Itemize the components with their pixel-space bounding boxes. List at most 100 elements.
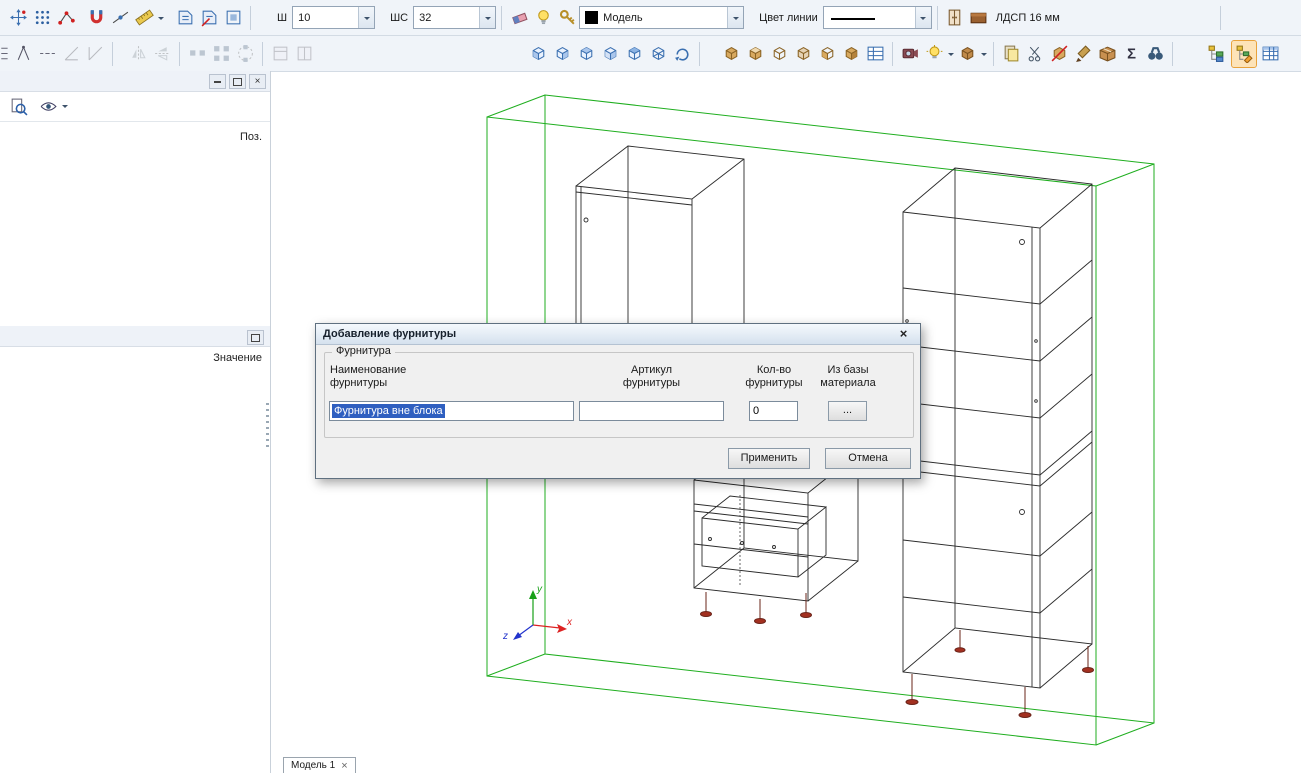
line-color-label: Цвет линии	[759, 12, 818, 24]
group-title: Фурнитура	[332, 345, 395, 357]
layer-combo[interactable]: Модель	[579, 6, 744, 29]
binoculars-icon[interactable]	[1143, 41, 1167, 67]
render-camera-icon[interactable]	[898, 41, 922, 67]
panel-resize-grip[interactable]	[266, 403, 269, 447]
sheet-a-icon[interactable]	[268, 41, 292, 67]
clipped-tool-icon[interactable]	[0, 41, 11, 67]
toolbar-secondary: Σ	[0, 36, 1301, 72]
article-input[interactable]	[579, 401, 724, 421]
add-furniture-dialog: Добавление фурнитуры × Фурнитура Наимено…	[315, 323, 921, 479]
line-color-swatch	[831, 18, 875, 20]
scissors-icon[interactable]	[1023, 41, 1047, 67]
rotate-view-icon[interactable]	[670, 41, 694, 67]
coordinate-axes	[513, 590, 567, 640]
view-cube-top-icon[interactable]	[622, 41, 646, 67]
zoom-document-icon[interactable]	[6, 93, 30, 119]
cut-body-icon[interactable]	[1047, 41, 1071, 67]
array-grid-icon[interactable]	[209, 41, 233, 67]
document-tab-model1[interactable]: Модель 1 ×	[283, 757, 356, 773]
panel-minimize-icon[interactable]	[209, 74, 226, 89]
chevron-down-icon[interactable]	[727, 7, 743, 28]
apply-button[interactable]: Применить	[728, 448, 810, 469]
eraser-icon[interactable]	[507, 5, 531, 31]
panel-maximize-icon[interactable]	[229, 74, 246, 89]
package-icon[interactable]	[1095, 41, 1119, 67]
eye-chevron-down-icon[interactable]	[60, 93, 69, 119]
cabinet-icon[interactable]	[943, 5, 967, 31]
panel-header-bottom	[0, 326, 270, 347]
db-label: Из базы материала	[812, 364, 884, 390]
angle-a-icon[interactable]	[59, 41, 83, 67]
view-cube-front-icon[interactable]	[526, 41, 550, 67]
structure-tree-icon[interactable]	[1204, 41, 1228, 67]
paste-icon[interactable]	[999, 41, 1023, 67]
snap-line-icon[interactable]	[108, 5, 132, 31]
tab-close-icon[interactable]: ×	[341, 761, 347, 771]
light-chevron-down-icon[interactable]	[946, 41, 955, 67]
dashed-line-icon[interactable]	[35, 41, 59, 67]
magnet-icon[interactable]	[84, 5, 108, 31]
panel-close-icon[interactable]: ×	[249, 74, 266, 89]
structure-edit-icon[interactable]	[1232, 41, 1256, 67]
cancel-button[interactable]: Отмена	[825, 448, 911, 469]
view-cube-back-icon[interactable]	[550, 41, 574, 67]
sigma-icon[interactable]: Σ	[1119, 41, 1143, 67]
ruler-chevron-down-icon[interactable]	[156, 5, 165, 31]
article-input-field[interactable]	[582, 405, 721, 417]
slot-width-combo[interactable]: 32	[413, 6, 496, 29]
sheet-b-icon[interactable]	[292, 41, 316, 67]
name-input[interactable]: Фурнитура вне блока	[329, 401, 574, 421]
snap-move-icon[interactable]	[6, 5, 30, 31]
line-width-label: Ш	[277, 12, 287, 24]
view-cube-right-icon[interactable]	[598, 41, 622, 67]
browse-database-button[interactable]: ...	[828, 401, 867, 421]
half-cube-b-icon[interactable]	[815, 41, 839, 67]
snap-grid-icon[interactable]	[30, 5, 54, 31]
solid-cube-c-icon[interactable]	[839, 41, 863, 67]
lamp-icon[interactable]	[531, 5, 555, 31]
qty-label: Кол-во фурнитуры	[736, 364, 812, 390]
view-cube-left-icon[interactable]	[574, 41, 598, 67]
qty-input-field[interactable]	[752, 405, 795, 417]
array-row-icon[interactable]	[185, 41, 209, 67]
wire-cube-tan-icon[interactable]	[767, 41, 791, 67]
key-icon[interactable]	[555, 5, 579, 31]
frame-box-icon[interactable]	[221, 5, 245, 31]
snap-node-icon[interactable]	[54, 5, 78, 31]
half-cube-icon[interactable]	[791, 41, 815, 67]
line-color-combo[interactable]	[823, 6, 932, 29]
slot-width-label: ШС	[390, 12, 408, 24]
chevron-down-icon[interactable]	[915, 7, 931, 28]
material-swatch-icon[interactable]	[967, 5, 991, 31]
solid-cube-top-icon[interactable]	[743, 41, 767, 67]
qty-input[interactable]	[749, 401, 798, 421]
ruler-icon[interactable]	[132, 5, 156, 31]
doc-convert-red-icon[interactable]	[197, 5, 221, 31]
material-chevron-down-icon[interactable]	[979, 41, 988, 67]
angle-b-icon[interactable]	[83, 41, 107, 67]
slot-width-value: 32	[419, 12, 431, 24]
svg-text:Σ: Σ	[1127, 46, 1136, 62]
chevron-down-icon[interactable]	[358, 7, 374, 28]
layer-color-swatch	[585, 11, 598, 24]
panel2-maximize-icon[interactable]	[247, 330, 264, 345]
line-width-combo[interactable]: 10	[292, 6, 375, 29]
array-polar-icon[interactable]	[233, 41, 257, 67]
mirror-vertical-icon[interactable]	[150, 41, 174, 67]
compass-icon[interactable]	[11, 41, 35, 67]
mirror-horizontal-icon[interactable]	[126, 41, 150, 67]
doc-convert-icon[interactable]	[173, 5, 197, 31]
light-source-icon[interactable]	[922, 41, 946, 67]
view-cube-iso-icon[interactable]	[646, 41, 670, 67]
structure-table-icon[interactable]	[1258, 41, 1282, 67]
material-cube-icon[interactable]	[955, 41, 979, 67]
toolbar-main: Ш 10 ШС 32 Модель Цвет линии ЛДСП 16 мм	[0, 0, 1301, 36]
brush-icon[interactable]	[1071, 41, 1095, 67]
dialog-titlebar[interactable]: Добавление фурнитуры ×	[316, 324, 920, 345]
spec-table-icon[interactable]	[863, 41, 887, 67]
dialog-close-icon[interactable]: ×	[894, 326, 913, 343]
eye-visibility-icon[interactable]	[36, 93, 60, 119]
chevron-down-icon[interactable]	[479, 7, 495, 28]
line-width-value: 10	[298, 12, 310, 24]
solid-cube-icon[interactable]	[719, 41, 743, 67]
